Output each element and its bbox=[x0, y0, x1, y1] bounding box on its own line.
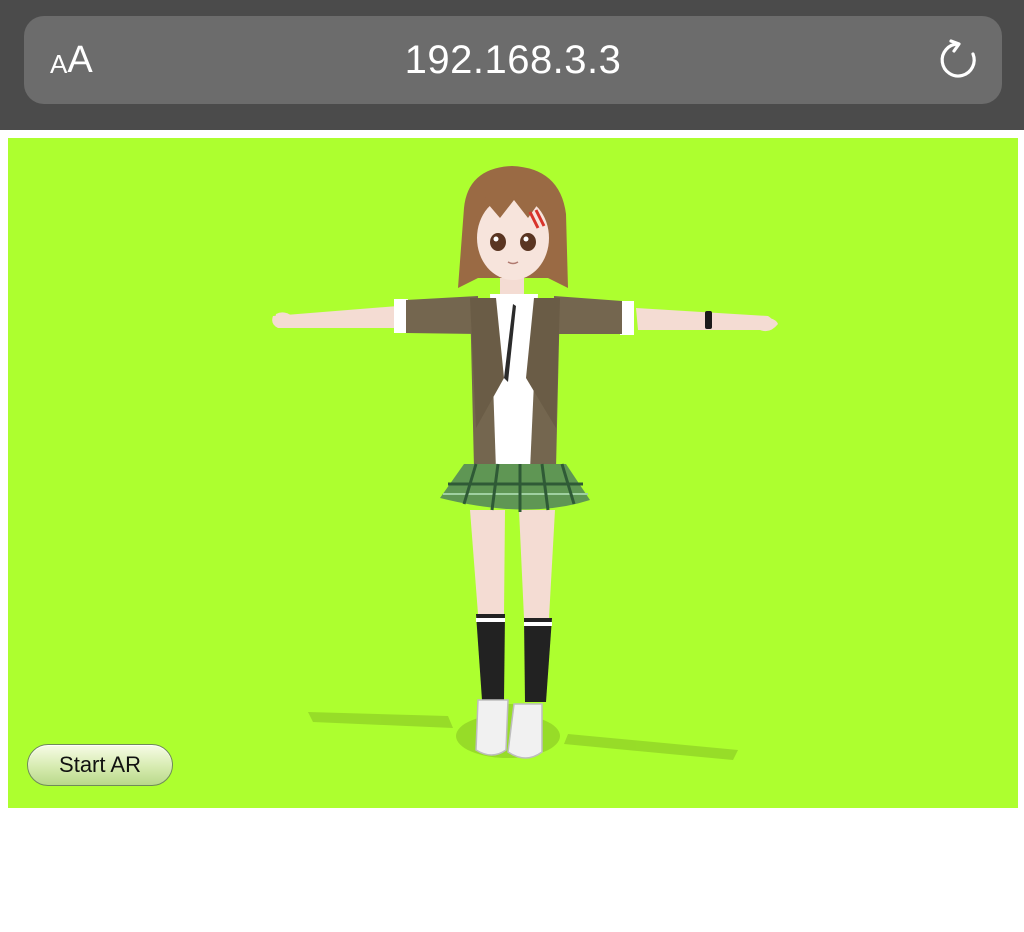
reload-button[interactable] bbox=[936, 38, 980, 82]
skirt bbox=[440, 463, 590, 512]
head bbox=[458, 166, 568, 294]
url-text[interactable]: 192.168.3.3 bbox=[24, 16, 1002, 104]
browser-toolbar: A A 192.168.3.3 bbox=[0, 0, 1024, 130]
torso bbox=[470, 294, 560, 470]
reload-icon bbox=[940, 39, 976, 78]
model-viewer[interactable]: Start AR bbox=[8, 138, 1018, 808]
character-model[interactable] bbox=[8, 138, 1018, 808]
address-bar[interactable]: A A 192.168.3.3 bbox=[24, 16, 1002, 104]
start-ar-button[interactable]: Start AR bbox=[27, 744, 173, 786]
legs bbox=[470, 510, 555, 702]
